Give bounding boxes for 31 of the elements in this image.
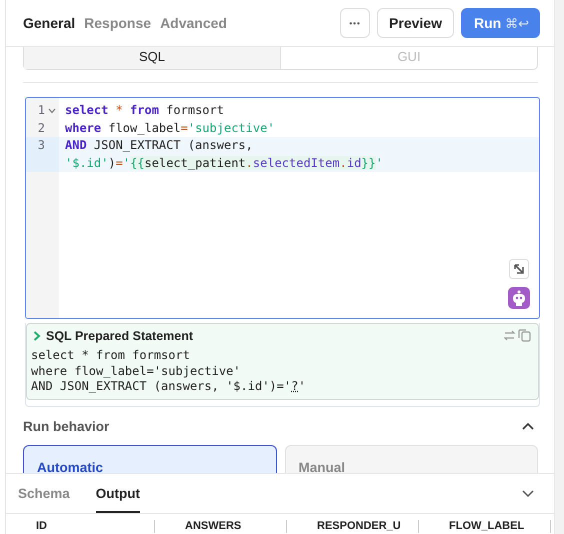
line-number: 3 [38, 137, 45, 154]
swap-copy-icon [504, 329, 532, 343]
scrollbar[interactable] [554, 0, 564, 534]
statement-line: AND JSON_EXTRACT (answers, '$.id')='?' [31, 379, 307, 394]
robot-icon [508, 287, 530, 309]
tab[interactable]: Response [84, 15, 152, 31]
section-title: Run behavior [23, 418, 110, 434]
run-option[interactable]: Automatic [23, 444, 276, 474]
column-header: ANSWERS [155, 520, 287, 533]
code-line: where flow_label='subjective' [65, 120, 276, 137]
line-number: 2 [38, 120, 45, 136]
code-editor[interactable]: 1 2 3 select * from formsort where flow_label='subjective' AND JSON_EXTRACT (answers, '$.id')='{{select_patient.selectedItem.id}}' [25, 97, 540, 319]
panel-tab[interactable]: Output [96, 474, 140, 513]
code-line: select * from formsort [65, 102, 225, 119]
run-option[interactable]: Manual [284, 444, 538, 474]
more-button[interactable]: ••• [340, 8, 370, 38]
line-number: 1 [38, 102, 45, 119]
column-header: ID [6, 520, 155, 533]
column-header: RESPONDER_U [287, 520, 419, 533]
run-button[interactable]: Run ⌘↩ [460, 8, 540, 38]
tab[interactable]: General [23, 15, 76, 31]
column-header: FLOW_LABEL [419, 520, 551, 533]
preview-button[interactable]: Preview [377, 8, 454, 38]
statement-line: select * from formsort [31, 348, 191, 364]
statement-line: where flow_label='subjective' [31, 364, 242, 379]
code-line: AND JSON_EXTRACT (answers, '$.id')='{{select_patient.selectedItem.id}}' [65, 137, 384, 172]
mode-option[interactable]: SQL [24, 47, 281, 69]
panel-tab[interactable]: Schema [18, 474, 70, 513]
expand-icon [509, 259, 529, 279]
tab[interactable]: Advanced [160, 15, 227, 31]
panel-title: SQL Prepared Statement [46, 329, 194, 343]
